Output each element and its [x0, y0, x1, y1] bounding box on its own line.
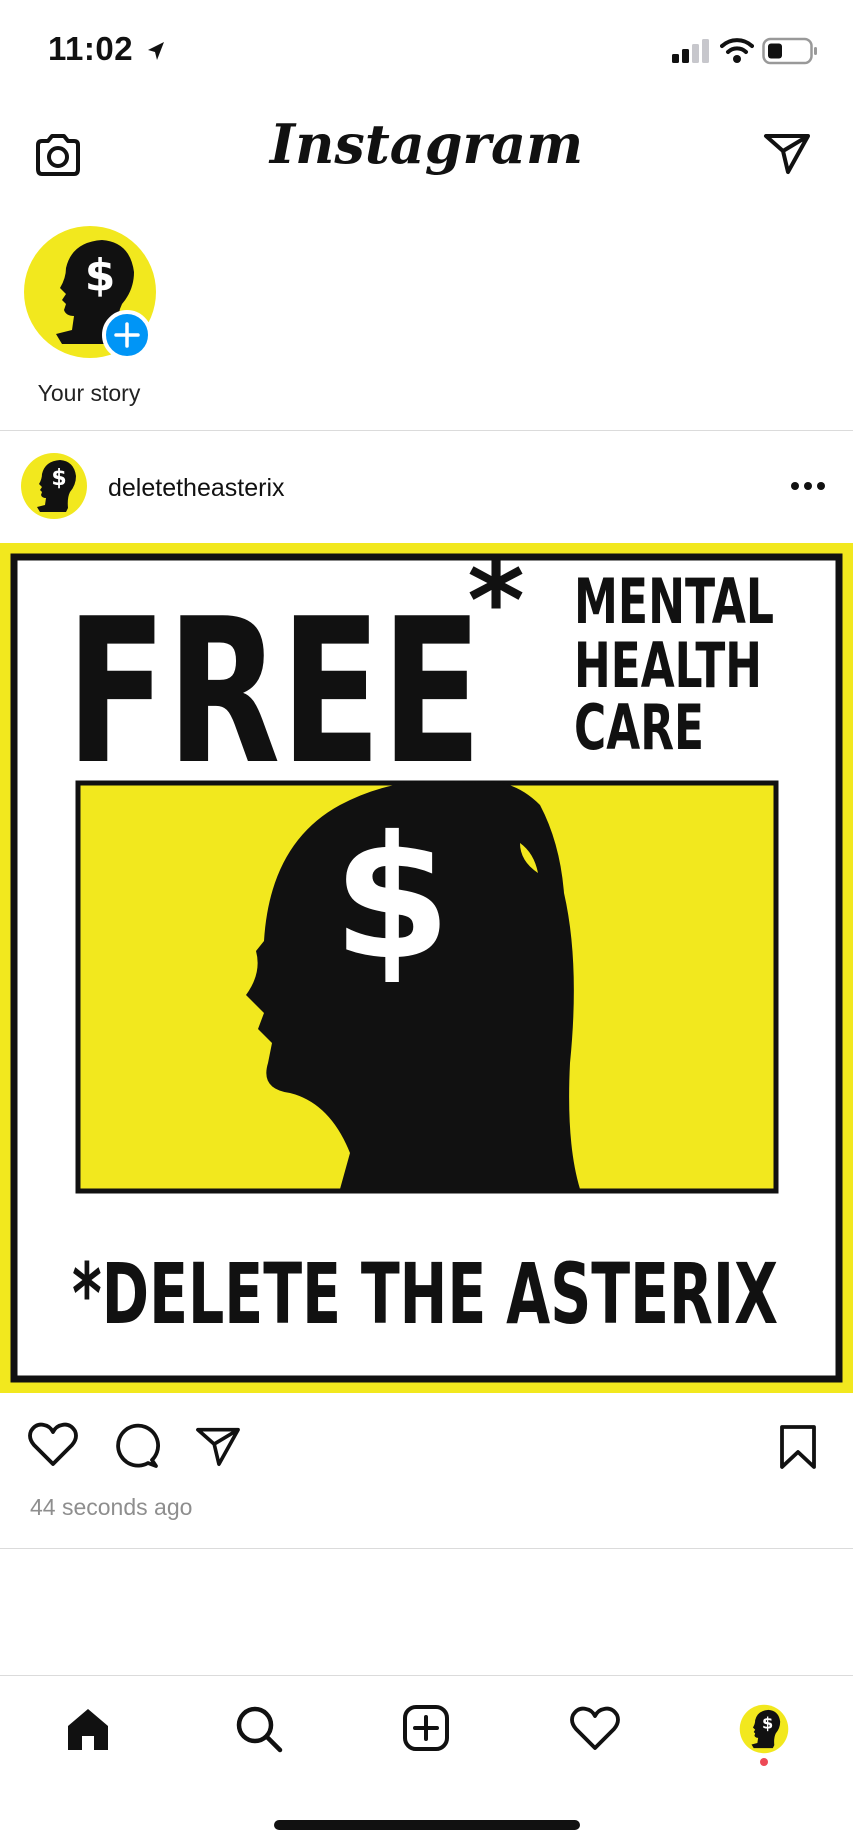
- battery-icon: [762, 37, 817, 65]
- svg-text:$: $: [85, 250, 116, 301]
- divider: [0, 430, 853, 431]
- comment-icon[interactable]: [112, 1422, 160, 1470]
- location-arrow-icon: [148, 42, 164, 60]
- bookmark-icon[interactable]: [778, 1424, 818, 1470]
- svg-text:$: $: [762, 1713, 773, 1732]
- divider: [0, 1548, 853, 1549]
- poster-tagline-1: MENTAL: [574, 565, 774, 638]
- activity-heart-icon[interactable]: [570, 1706, 620, 1752]
- post-timestamp: 44 seconds ago: [30, 1494, 193, 1520]
- post-image[interactable]: FREE * MENTAL HEALTH CARE $ *DELETE THE …: [0, 543, 853, 1393]
- like-heart-icon[interactable]: [28, 1422, 78, 1468]
- home-indicator: [274, 1820, 580, 1830]
- post-username[interactable]: deletetheasterix: [108, 474, 285, 503]
- status-time: 11:02: [48, 30, 134, 67]
- poster-headline: FREE: [66, 576, 482, 809]
- home-icon[interactable]: [64, 1706, 112, 1752]
- direct-message-icon[interactable]: [762, 130, 812, 176]
- share-icon[interactable]: [194, 1424, 242, 1468]
- your-story-label: Your story: [37, 380, 141, 406]
- post-author-avatar[interactable]: $: [20, 452, 88, 520]
- wifi-icon: [720, 38, 754, 63]
- new-post-icon[interactable]: [402, 1704, 450, 1752]
- notification-dot: [760, 1758, 768, 1766]
- cellular-signal-icon: [672, 39, 709, 63]
- poster-tagline-3: CARE: [574, 691, 704, 764]
- add-story-icon[interactable]: [102, 310, 152, 360]
- poster-footer: *DELETE THE ASTERIX: [72, 1245, 778, 1343]
- instagram-logo: Instagram: [269, 112, 584, 176]
- more-options-icon[interactable]: [790, 480, 826, 492]
- dollar-sign-icon: $: [333, 800, 451, 998]
- search-icon[interactable]: [234, 1704, 284, 1754]
- profile-avatar[interactable]: $: [739, 1704, 789, 1754]
- svg-text:$: $: [51, 466, 66, 491]
- bottom-nav-border: [0, 1675, 853, 1676]
- poster-asterisk: *: [467, 543, 525, 665]
